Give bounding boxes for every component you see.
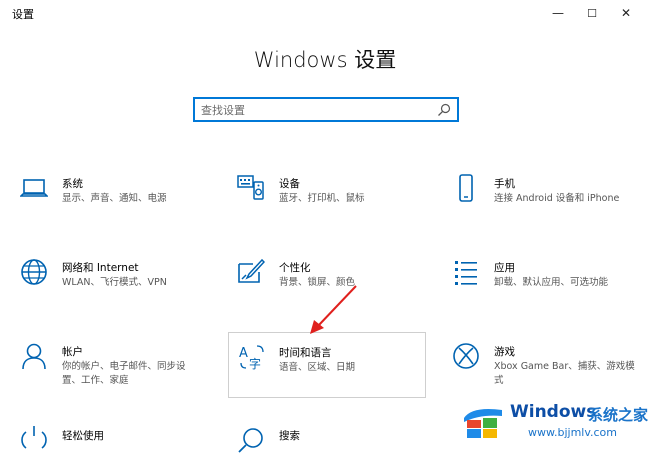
tile-phone[interactable]: 手机 连接 Android 设备和 iPhone [452,174,650,234]
tile-title: 轻松使用 [62,430,104,442]
tile-gaming[interactable]: 游戏 Xbox Game Bar、捕获、游戏模式 [452,342,650,402]
search-input[interactable] [201,102,421,118]
watermark-url: www.bjjmlv.com [528,426,617,439]
tile-search[interactable]: 搜索 [237,426,437,453]
tile-title: 设备 [279,178,300,190]
apps-icon [455,261,477,285]
tile-desc: 卸载、默认应用、可选功能 [494,277,609,288]
tile-title: 搜索 [279,430,300,442]
globe-icon [21,259,47,285]
tile-personalization[interactable]: 个性化 背景、锁屏、颜色 [237,258,437,318]
tile-desc: 你的帐户、电子邮件、同步设置、工作、家庭 [62,361,186,386]
personalization-icon [238,258,265,283]
time-language-icon: A 字 [239,345,264,371]
tile-title: 帐户 [62,346,83,358]
svg-text:字: 字 [249,356,261,371]
tile-title: 手机 [494,178,515,190]
tile-desc: WLAN、飞行模式、VPN [62,277,167,288]
xbox-icon [453,343,479,369]
search-icon[interactable] [437,103,451,117]
tile-devices[interactable]: 设备 蓝牙、打印机、鼠标 [237,174,437,234]
watermark: Windows 系统之家 www.bjjmlv.com [462,396,650,445]
tile-title: 系统 [62,178,83,190]
close-button[interactable]: ✕ [608,0,644,26]
tile-desc: Xbox Game Bar、捕获、游戏模式 [494,361,635,386]
windows-logo-icon [464,409,502,438]
maximize-icon: ☐ [587,6,597,20]
page-title: Windows 设置 [253,48,397,72]
tile-desc: 蓝牙、打印机、鼠标 [279,193,365,204]
tile-desc: 语音、区域、日期 [279,362,356,373]
search-category-icon [238,428,263,453]
minimize-button[interactable]: — [540,0,576,26]
tile-system[interactable]: 系统 显示、声音、通知、电源 [20,174,220,234]
app-title: 设置 [12,8,34,21]
tile-apps[interactable]: 应用 卸载、默认应用、可选功能 [452,258,650,318]
tile-desc: 背景、锁屏、颜色 [279,277,356,288]
tile-title: 时间和语言 [279,347,332,359]
minimize-icon: — [552,6,564,20]
laptop-icon [20,179,48,197]
tile-title: 网络和 Internet [62,262,139,274]
watermark-brand-cn: 系统之家 [588,406,649,424]
tile-title: 应用 [494,262,515,274]
tile-desc: 显示、声音、通知、电源 [62,193,167,204]
maximize-button[interactable]: ☐ [574,0,610,26]
search-box[interactable] [193,97,459,122]
watermark-brand: Windows [510,402,597,422]
close-icon: ✕ [620,6,632,20]
devices-icon [237,175,264,200]
tile-title: 游戏 [494,346,515,358]
person-icon [22,343,46,370]
tile-ease-of-access[interactable]: 轻松使用 [20,426,220,449]
tile-time-language[interactable]: A 字 时间和语言 语音、区域、日期 [228,332,426,398]
phone-icon [459,174,473,202]
tile-network[interactable]: 网络和 Internet WLAN、飞行模式、VPN [20,258,220,318]
tile-accounts[interactable]: 帐户 你的帐户、电子邮件、同步设置、工作、家庭 [20,342,220,402]
ease-of-access-icon [21,426,47,449]
tile-title: 个性化 [279,262,311,274]
svg-text:A: A [239,346,248,361]
tile-desc: 连接 Android 设备和 iPhone [494,193,620,204]
title-bar: 设置 — ☐ ✕ [0,0,650,26]
